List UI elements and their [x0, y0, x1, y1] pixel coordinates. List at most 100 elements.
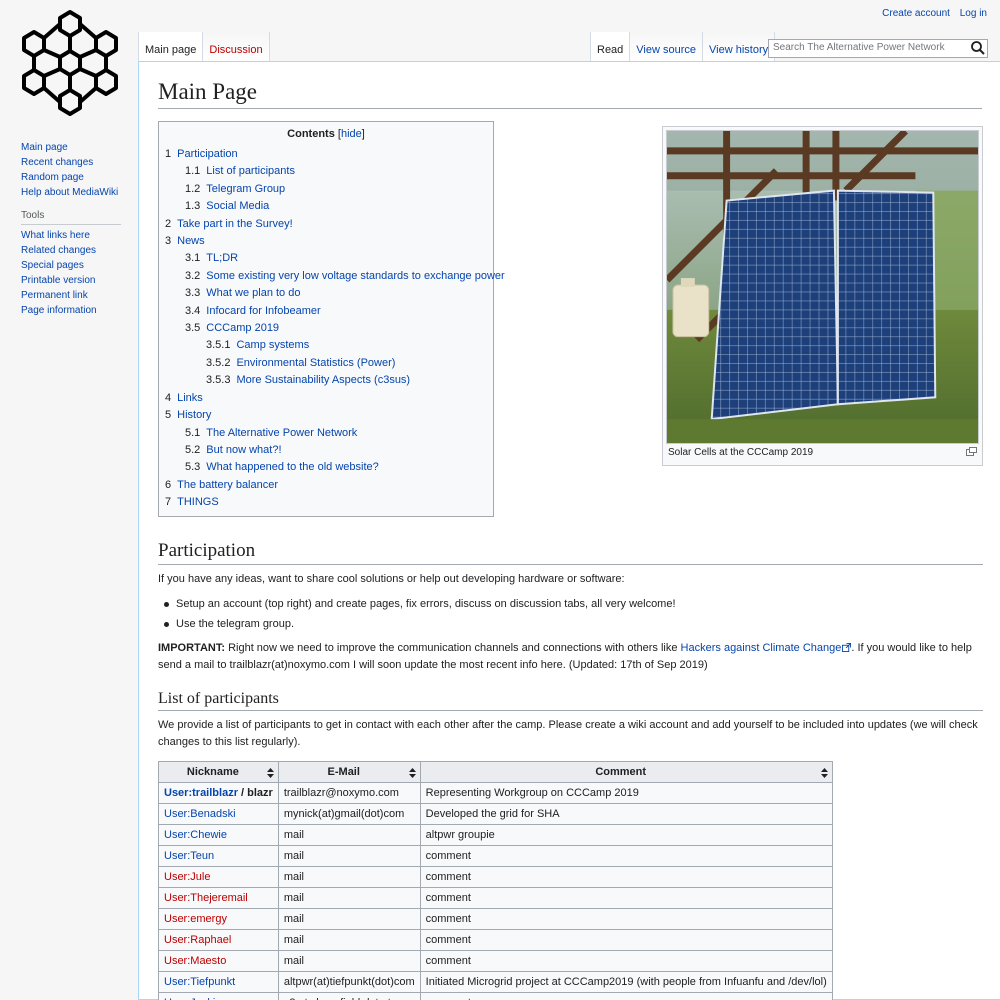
sidebar-item-page-information[interactable]: Page information [21, 305, 97, 316]
toc-item[interactable]: 3.5.1 Camp systems [165, 337, 487, 354]
sort-icon [266, 768, 274, 778]
user-link[interactable]: User:emergy [164, 913, 227, 925]
toc-item-link[interactable]: News [177, 235, 205, 247]
toc-item[interactable]: 3.2 Some existing very low voltage standa… [165, 268, 505, 285]
toc-item[interactable]: 6 The battery balancer [165, 477, 487, 494]
toc-item-link[interactable]: Infocard for Infobeamer [206, 305, 320, 317]
site-logo[interactable] [20, 8, 120, 118]
toc-item[interactable]: 1.1 List of participants [165, 163, 487, 180]
tab-main-page[interactable]: Main page [138, 32, 204, 62]
toc-item-link[interactable]: What happened to the old website? [206, 461, 378, 473]
toc-item-link[interactable]: Social Media [206, 200, 269, 212]
toc-item[interactable]: 5.2 But now what?! [165, 442, 487, 459]
column-header-comment[interactable]: Comment [419, 761, 833, 783]
cell-comment: comment [419, 929, 833, 951]
toc-item-number: 7 [165, 496, 172, 509]
toc-item[interactable]: 3.1 TL;DR [165, 250, 487, 267]
toc-item[interactable]: 3.4 Infocard for Infobeamer [165, 303, 487, 320]
solar-cells-photo[interactable] [666, 130, 979, 444]
user-link[interactable]: User:Tiefpunkt [164, 976, 235, 988]
user-link[interactable]: User:Benadski [164, 808, 236, 820]
user-link[interactable]: User:Maesto [164, 955, 226, 967]
toc-item-link[interactable]: Camp systems [236, 339, 309, 351]
toc-item-link[interactable]: List of participants [206, 165, 295, 177]
tab-view-source[interactable]: View source [630, 32, 704, 62]
toc-item-number: 3.3 [185, 287, 201, 300]
toc-item[interactable]: 3 News [165, 233, 487, 250]
table-row: User:Chewie mail altpwr groupie [158, 824, 833, 846]
toc-item-link[interactable]: Participation [177, 148, 238, 160]
toc-item[interactable]: 3.5 CCCamp 2019 [165, 320, 487, 337]
toc-item[interactable]: 3.3 What we plan to do [165, 285, 487, 302]
namespace-tabs: Main page Discussion [138, 32, 270, 62]
toc-item[interactable]: 7 THINGS [165, 494, 487, 511]
toc-item[interactable]: 1 Participation [165, 146, 487, 163]
toc-item[interactable]: 5.3 What happened to the old website? [165, 459, 487, 476]
toc-item-link[interactable]: CCCamp 2019 [206, 322, 279, 334]
sidebar-item-permanent-link[interactable]: Permanent link [21, 290, 88, 301]
sidebar-item-related-changes[interactable]: Related changes [21, 245, 96, 256]
toc-item-number: 2 [165, 217, 172, 230]
toc-item-number: 1.2 [185, 182, 201, 195]
toc-item[interactable]: 4 Links [165, 390, 487, 407]
user-link[interactable]: User:Jule [164, 871, 210, 883]
toc-item-link[interactable]: THINGS [177, 496, 219, 508]
participants-table: Nickname E-Mail Comment User:trailblazr … [158, 761, 833, 1000]
toc-item[interactable]: 3.5.2 Environmental Statistics (Power) [165, 355, 487, 372]
participation-intro: If you have any ideas, want to share coo… [158, 573, 625, 585]
sidebar-item-help[interactable]: Help about MediaWiki [21, 187, 118, 198]
sidebar-item-recent-changes[interactable]: Recent changes [21, 157, 93, 168]
sidebar-item-special-pages[interactable]: Special pages [21, 260, 84, 271]
search-icon[interactable] [970, 40, 986, 56]
sidebar-item-what-links-here[interactable]: What links here [21, 230, 90, 241]
sidebar-item-main-page[interactable]: Main page [21, 142, 68, 153]
toc-hide-link[interactable]: hide [341, 128, 362, 140]
tab-view-history[interactable]: View history [703, 32, 776, 62]
table-row: User:trailblazr / blazr trailblazr@noxymo… [158, 782, 833, 804]
user-link[interactable]: User:Chewie [164, 829, 227, 841]
toc-item[interactable]: 2 Take part in the Survey! [165, 216, 487, 233]
user-link[interactable]: User:Teun [164, 850, 214, 862]
user-link[interactable]: User:trailblazr [164, 787, 238, 799]
toc-item-link[interactable]: Links [177, 392, 203, 404]
user-link[interactable]: User:Thejeremail [164, 892, 248, 904]
tab-discussion[interactable]: Discussion [203, 32, 270, 62]
column-header-email[interactable]: E-Mail [277, 761, 421, 783]
section-participation-heading: Participation [158, 538, 983, 565]
search-input[interactable]: Search The Alternative Power Network [768, 39, 988, 58]
table-row: User:Tiefpunkt altpwr(at)tiefpunkt(dot)co… [158, 971, 833, 993]
participation-list: Setup an account (top right) and create … [164, 594, 983, 634]
nickname-suffix: / blazr [237, 787, 273, 799]
toc-item-link[interactable]: Take part in the Survey! [177, 218, 293, 230]
toc-title-text: Contents [287, 128, 335, 140]
toc-item-link[interactable]: Environmental Statistics (Power) [236, 357, 395, 369]
sidebar-tools-heading[interactable]: Tools [21, 210, 121, 225]
toc-item-link[interactable]: What we plan to do [206, 287, 300, 299]
toc-item-link[interactable]: The battery balancer [177, 479, 278, 491]
sidebar-item-printable-version[interactable]: Printable version [21, 275, 95, 286]
sort-icon [408, 768, 416, 778]
create-account-link[interactable]: Create account [882, 8, 950, 19]
toc-item-link[interactable]: More Sustainability Aspects (c3sus) [236, 374, 410, 386]
toc-item-link[interactable]: TL;DR [206, 252, 238, 264]
toc-item[interactable]: 3.5.3 More Sustainability Aspects (c3sus) [165, 372, 487, 389]
toc-item[interactable]: 1.3 Social Media [165, 198, 487, 215]
log-in-link[interactable]: Log in [960, 8, 987, 19]
thumbnail-caption-text: Solar Cells at the CCCamp 2019 [668, 447, 814, 458]
enlarge-icon[interactable] [966, 447, 977, 456]
toc-item-link[interactable]: The Alternative Power Network [206, 427, 357, 439]
toc-item-link[interactable]: Telegram Group [206, 183, 285, 195]
hackers-against-climate-change-link[interactable]: Hackers against Climate Change [681, 642, 842, 654]
toc-item-link[interactable]: Some existing very low voltage standards… [206, 270, 504, 282]
toc-item-number: 3.5.1 [206, 339, 231, 352]
tab-read[interactable]: Read [590, 32, 631, 62]
toc-item[interactable]: 1.2 Telegram Group [165, 181, 487, 198]
toc-item-link[interactable]: But now what?! [206, 444, 281, 456]
toc-item[interactable]: 5 History [165, 407, 487, 424]
user-link[interactable]: User:Raphael [164, 934, 231, 946]
toc-item[interactable]: 5.1 The Alternative Power Network [165, 425, 487, 442]
toc-item-link[interactable]: History [177, 409, 211, 421]
column-header-nickname[interactable]: Nickname [158, 761, 279, 783]
cell-email: trailblazr@noxymo.com [277, 782, 421, 804]
sidebar-item-random-page[interactable]: Random page [21, 172, 84, 183]
